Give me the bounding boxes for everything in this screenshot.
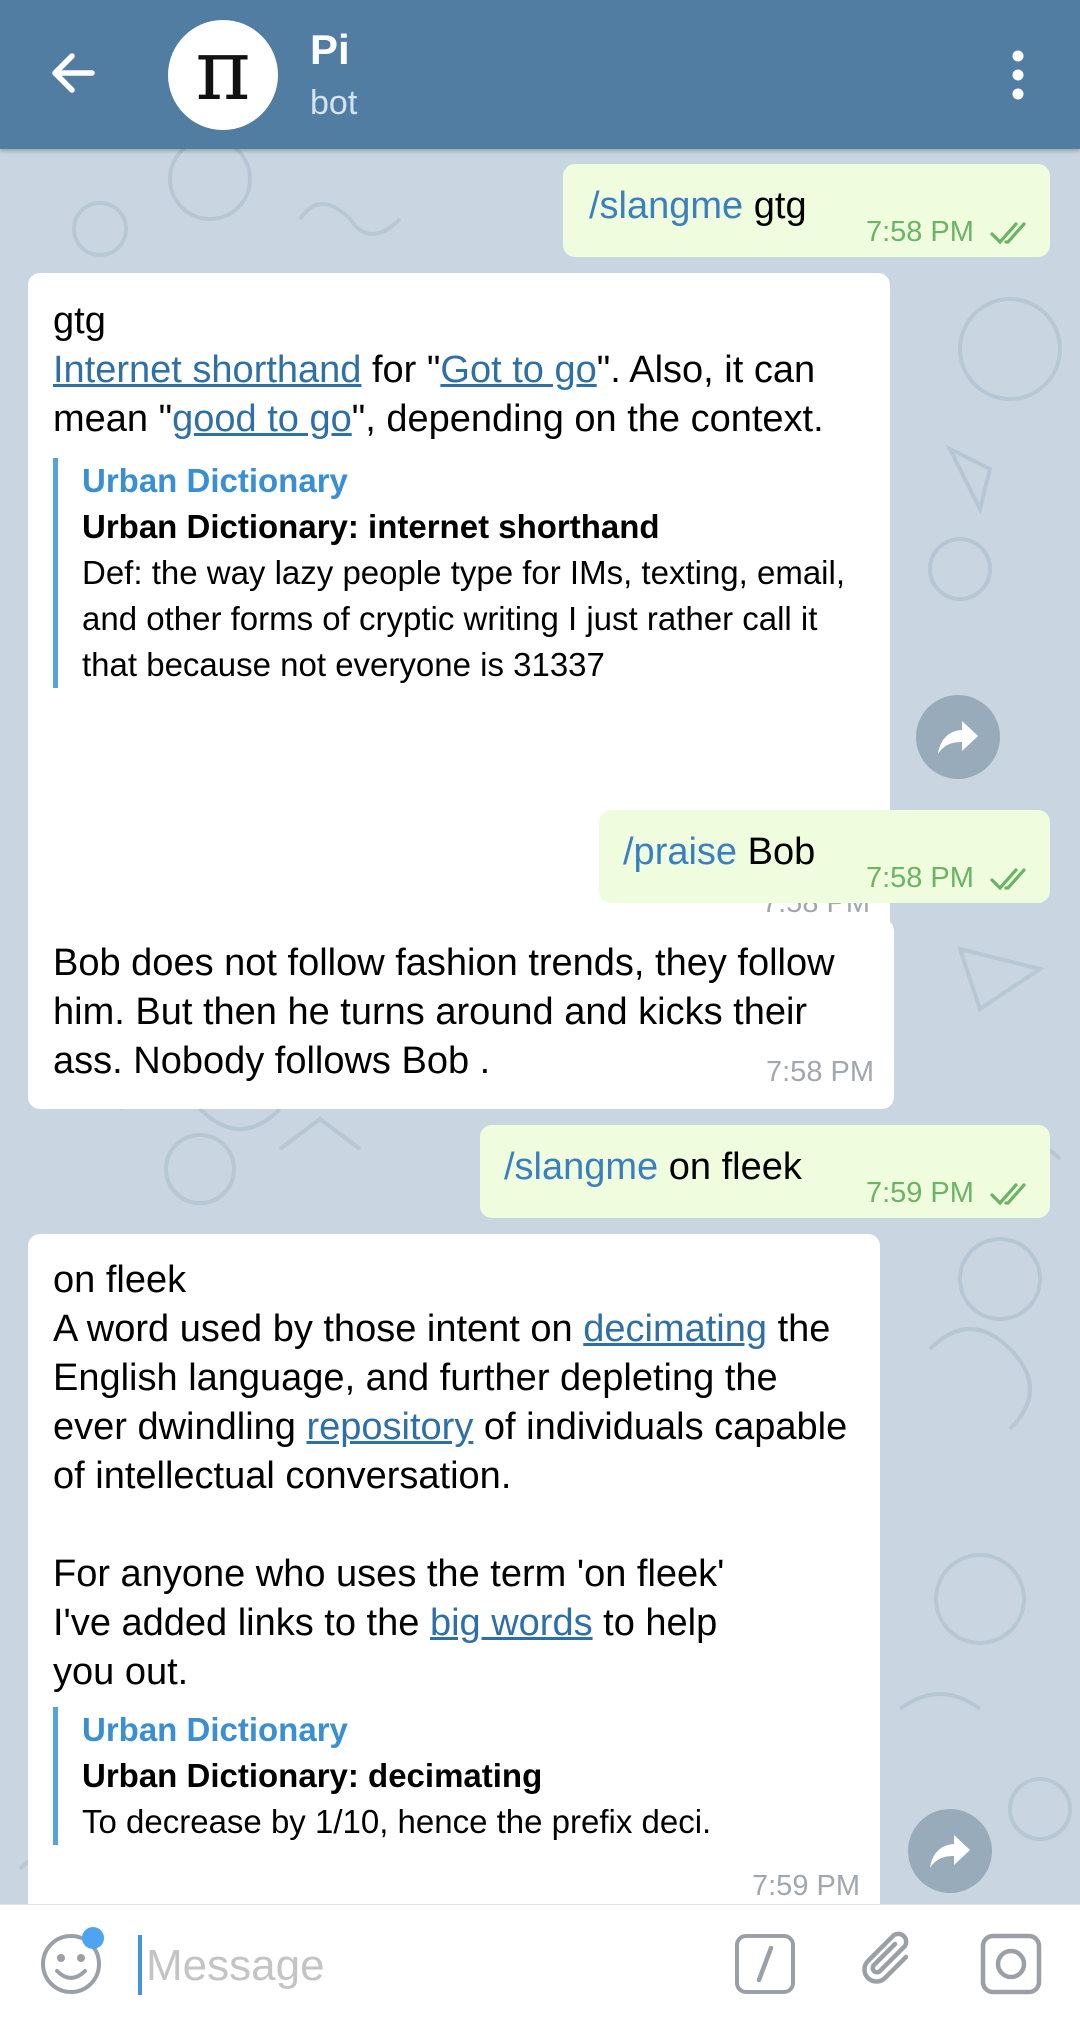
read-checkmarks-icon (990, 868, 1026, 891)
definition-link[interactable]: repository (306, 1406, 473, 1448)
attach-button[interactable] (858, 1927, 924, 1997)
definition-link[interactable]: Internet shorthand (53, 349, 361, 391)
avatar-glyph: π (195, 21, 251, 119)
chat-area[interactable]: /slangme gtg 7:58 PM gtg Internet shorth… (0, 149, 1080, 1904)
definition-link[interactable]: good to go (172, 398, 352, 440)
message-time: 7:58 PM (766, 1056, 874, 1088)
slang-word: gtg (53, 300, 106, 342)
link-preview[interactable]: Urban Dictionary Urban Dictionary: decim… (53, 1707, 853, 1845)
preview-site-name: Urban Dictionary (82, 462, 348, 499)
chat-header: π Pi bot (0, 0, 1080, 149)
slang-word: on fleek (53, 1259, 187, 1301)
camera-icon (980, 1933, 1042, 1995)
bot-command-link[interactable]: /praise (623, 831, 737, 873)
back-arrow-icon (52, 53, 95, 93)
incoming-message[interactable]: Bob does not follow fashion trends, they… (28, 919, 894, 1109)
preview-site-name: Urban Dictionary (82, 1711, 348, 1748)
chat-subtitle: bot (310, 84, 358, 122)
paperclip-icon (862, 1931, 909, 1984)
bot-command-link[interactable]: /slangme (589, 185, 743, 227)
more-menu-button[interactable] (1000, 46, 1036, 106)
share-icon (938, 721, 978, 754)
bot-command-link[interactable]: /slangme (504, 1146, 658, 1188)
read-checkmarks-icon (990, 1183, 1026, 1206)
share-button[interactable] (916, 695, 1000, 779)
preview-description: To decrease by 1/10, hence the prefix de… (82, 1803, 712, 1840)
extra-text: For anyone who uses the term 'on fleek' … (53, 1553, 725, 1693)
message-text: Bob (737, 831, 816, 873)
definition-text: Internet shorthand for "Got to go". Also… (53, 349, 824, 440)
message-input-bar (0, 1904, 1080, 2025)
message-text: on fleek (658, 1146, 802, 1188)
chat-title[interactable]: Pi (310, 26, 350, 74)
notification-dot (82, 1927, 104, 1949)
message-time: 7:58 PM (866, 208, 1034, 257)
message-text: Bob does not follow fashion trends, they… (53, 942, 835, 1082)
preview-title: Urban Dictionary: decimating (82, 1757, 543, 1794)
bot-avatar[interactable]: π (168, 20, 278, 130)
more-vertical-icon (1012, 50, 1024, 100)
definition-link[interactable]: big words (430, 1602, 593, 1644)
definition-link[interactable]: Got to go (440, 349, 596, 391)
bot-commands-button[interactable] (732, 1931, 798, 1997)
message-time: 7:59 PM (866, 1169, 1034, 1218)
text-cursor (138, 1935, 142, 1995)
link-preview[interactable]: Urban Dictionary Urban Dictionary: inter… (53, 458, 853, 688)
message-time: 7:59 PM (752, 1870, 860, 1902)
read-checkmarks-icon (990, 222, 1026, 245)
outgoing-message[interactable]: /slangme on fleek 7:59 PM (480, 1125, 1050, 1218)
definition-link[interactable]: decimating (583, 1308, 767, 1350)
camera-button[interactable] (978, 1931, 1044, 1997)
outgoing-message[interactable]: /slangme gtg 7:58 PM (563, 164, 1050, 257)
message-input[interactable] (144, 1931, 708, 2001)
message-text: gtg (743, 185, 807, 227)
share-button[interactable] (908, 1809, 992, 1893)
preview-description: Def: the way lazy people type for IMs, t… (82, 554, 846, 683)
share-icon (930, 1835, 970, 1868)
preview-title: Urban Dictionary: internet shorthand (82, 508, 660, 545)
back-button[interactable] (40, 40, 106, 106)
incoming-message[interactable]: on fleek A word used by those intent on … (28, 1234, 880, 1904)
definition-text: A word used by those intent on decimatin… (53, 1308, 848, 1497)
message-time: 7:58 PM (866, 854, 1034, 903)
outgoing-message[interactable]: /praise Bob 7:58 PM (599, 810, 1050, 903)
slash-command-icon (735, 1934, 795, 1994)
